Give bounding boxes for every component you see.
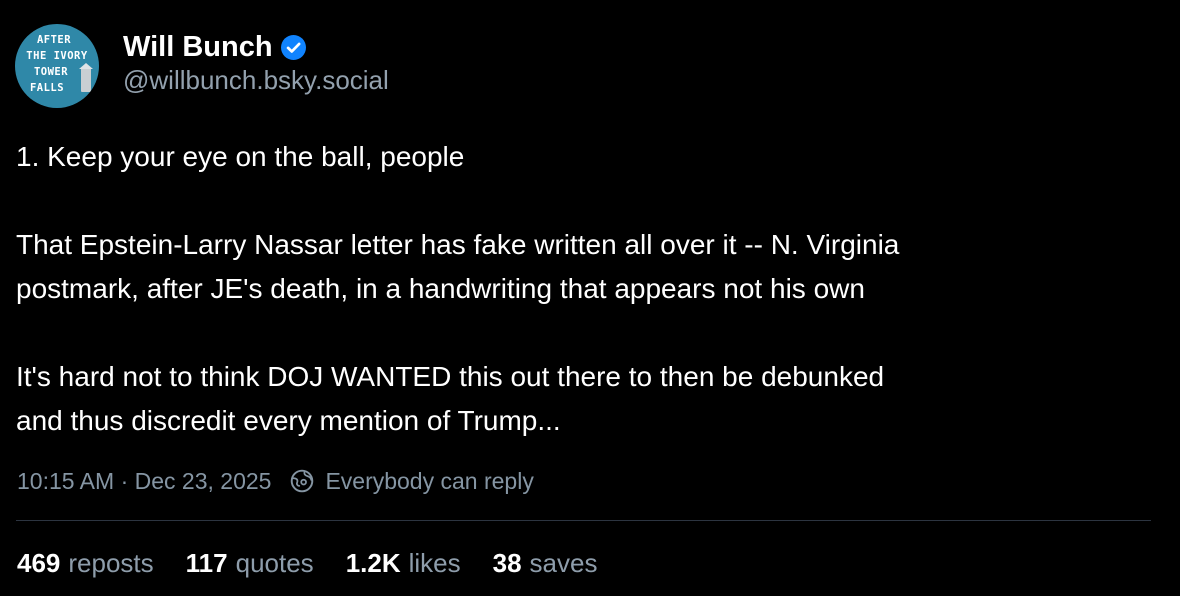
post-text-line: That Epstein-Larry Nassar letter has fak…: [16, 229, 900, 260]
post-card: AFTER THE IVORY TOWER FALLS Will Bunch @…: [0, 0, 1180, 596]
saves-stat[interactable]: 38 saves: [493, 545, 598, 581]
verified-check-icon[interactable]: [280, 34, 306, 60]
likes-label: likes: [408, 548, 461, 578]
saves-label: saves: [529, 548, 598, 578]
post-text-line: and thus discredit every mention of Trum…: [16, 405, 561, 436]
avatar-text-line: AFTER: [36, 34, 72, 46]
post-text-line: 1. Keep your eye on the ball, people: [16, 141, 465, 172]
avatar-text-line: THE IVORY: [26, 50, 88, 62]
post-text-line: It's hard not to think DOJ WANTED this o…: [16, 361, 885, 392]
post-header: AFTER THE IVORY TOWER FALLS Will Bunch @…: [15, 24, 389, 108]
author-identity: Will Bunch @willbunch.bsky.social: [123, 24, 389, 96]
engagement-stats: 469 reposts 117 quotes 1.2K likes 38 saves: [17, 545, 629, 581]
likes-count: 1.2K: [345, 548, 401, 578]
reposts-stat[interactable]: 469 reposts: [17, 545, 154, 581]
reposts-count: 469: [17, 548, 61, 578]
quotes-count: 117: [185, 548, 228, 578]
author-handle[interactable]: @willbunch.bsky.social: [123, 64, 389, 96]
avatar-text-line: TOWER: [33, 66, 69, 78]
post-timestamp[interactable]: 10:15 AM · Dec 23, 2025: [17, 465, 271, 497]
reposts-label: reposts: [68, 548, 154, 578]
reply-setting[interactable]: Everybody can reply: [325, 465, 533, 497]
name-row: Will Bunch: [123, 30, 389, 64]
avatar-text-line: FALLS: [29, 82, 65, 94]
avatar[interactable]: AFTER THE IVORY TOWER FALLS: [15, 24, 99, 108]
likes-stat[interactable]: 1.2K likes: [346, 545, 461, 581]
quotes-label: quotes: [235, 548, 314, 578]
reply-globe-icon: [291, 469, 314, 493]
divider: [16, 520, 1151, 521]
saves-count: 38: [492, 548, 522, 578]
post-meta: 10:15 AM · Dec 23, 2025 Everybody can re…: [17, 465, 534, 497]
post-text-line: postmark, after JE's death, in a handwri…: [16, 273, 865, 304]
author-display-name[interactable]: Will Bunch: [123, 30, 273, 64]
quotes-stat[interactable]: 117 quotes: [186, 545, 314, 581]
post-text: 1. Keep your eye on the ball, people Tha…: [16, 135, 1166, 443]
